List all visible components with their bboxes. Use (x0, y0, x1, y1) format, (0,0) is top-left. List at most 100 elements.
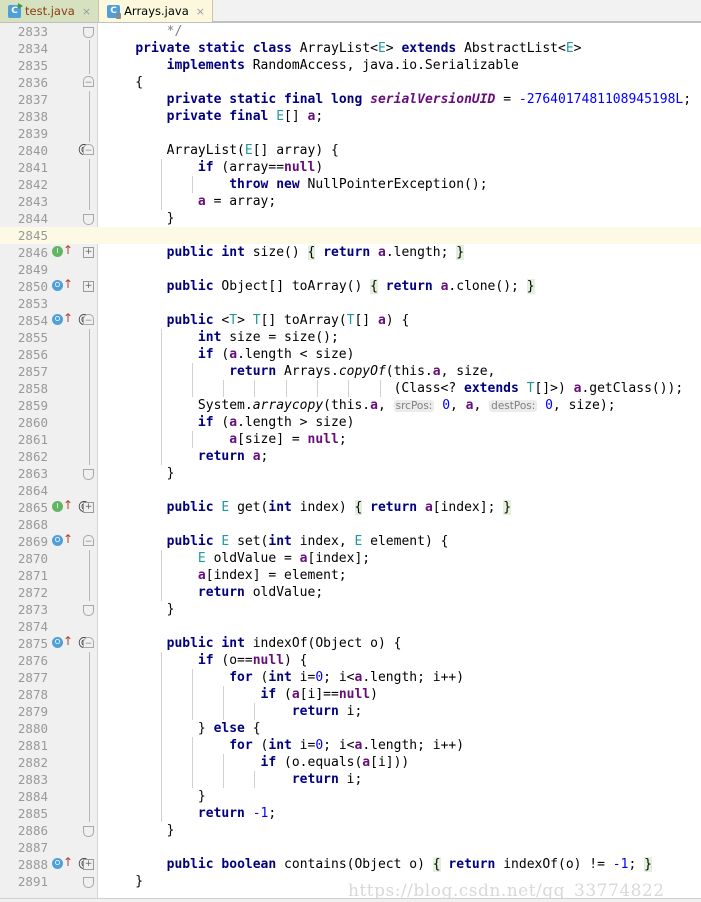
code-line[interactable]: 2845 (0, 227, 701, 244)
code-text[interactable]: a = array; (104, 193, 701, 210)
code-text[interactable]: if (a.length < size) (104, 346, 701, 363)
code-line[interactable]: 2849 (0, 261, 701, 278)
fold-column[interactable] (82, 754, 97, 771)
code-text[interactable]: public int indexOf(Object o) { (104, 635, 701, 652)
fold-column[interactable] (82, 363, 97, 380)
code-text[interactable]: return i; (104, 703, 701, 720)
code-text[interactable]: private final E[] a; (104, 108, 701, 125)
code-text[interactable]: return i; (104, 771, 701, 788)
code-line[interactable]: 2841 if (array==null) (0, 159, 701, 176)
fold-expand-icon[interactable]: + (83, 859, 94, 870)
code-text[interactable]: if (a.length > size) (104, 414, 701, 431)
fold-column[interactable] (82, 771, 97, 788)
code-line[interactable]: 2881 for (int i=0; i<a.length; i++) (0, 737, 701, 754)
code-line[interactable]: 2838 private final E[] a; (0, 108, 701, 125)
code-line[interactable]: 2846 I ↑ + public int size() { return a.len… (0, 244, 701, 261)
code-text[interactable]: } (104, 873, 701, 890)
fold-column[interactable] (82, 346, 97, 363)
code-line[interactable]: 2888O↑@+ public boolean contains(Object … (0, 856, 701, 873)
close-icon[interactable]: × (196, 6, 205, 17)
method-implemented-icon[interactable]: I (52, 246, 63, 257)
fold-collapse-icon[interactable]: − (83, 144, 94, 156)
code-line[interactable]: 2885 return -1; (0, 805, 701, 822)
code-text[interactable]: public int size() { return a.length; } (104, 244, 701, 261)
fold-column[interactable] (82, 669, 97, 686)
fold-column[interactable] (82, 737, 97, 754)
code-line[interactable]: 2864 (0, 482, 701, 499)
fold-column[interactable]: − (82, 635, 97, 652)
code-text[interactable]: } (104, 210, 701, 227)
code-text[interactable]: */ (104, 23, 701, 40)
code-line[interactable]: 2863 } (0, 465, 701, 482)
fold-expand-icon[interactable]: + (83, 281, 94, 292)
fold-region-end-icon[interactable] (83, 605, 94, 616)
tab-arrays-java[interactable]: C Arrays.java × (98, 0, 213, 22)
method-overridden-icon[interactable]: O (52, 535, 63, 546)
code-text[interactable]: } (104, 465, 701, 482)
code-text[interactable]: public <T> T[] toArray(T[] a) { (104, 312, 701, 329)
fold-column[interactable]: − (82, 142, 97, 159)
fold-column[interactable] (82, 788, 97, 805)
fold-region-end-icon[interactable] (83, 826, 94, 837)
code-line[interactable]: 2870 E oldValue = a[index]; (0, 550, 701, 567)
code-line[interactable]: 2878 if (a[i]==null) (0, 686, 701, 703)
code-line[interactable]: 2850 O ↑ + public Object[] toArray() { retu… (0, 278, 701, 295)
code-text[interactable]: } (104, 822, 701, 839)
code-line[interactable]: 2844 } (0, 210, 701, 227)
fold-column[interactable] (82, 550, 97, 567)
code-line[interactable]: 2860 if (a.length > size) (0, 414, 701, 431)
fold-region-end-icon[interactable] (83, 27, 94, 38)
code-text[interactable]: return oldValue; (104, 584, 701, 601)
fold-column[interactable] (82, 431, 97, 448)
code-text[interactable]: for (int i=0; i<a.length; i++) (104, 737, 701, 754)
fold-column[interactable] (82, 261, 97, 278)
fold-column[interactable]: − (82, 312, 97, 329)
code-line[interactable]: 2858 (Class<? extends T[]>) a.getClass()… (0, 380, 701, 397)
code-text[interactable] (104, 839, 701, 856)
code-line[interactable]: 2835 implements RandomAccess, java.io.Se… (0, 57, 701, 74)
code-text[interactable]: private static final long serialVersionU… (104, 91, 701, 108)
fold-column[interactable] (82, 448, 97, 465)
code-text[interactable]: public boolean contains(Object o) { retu… (104, 856, 701, 873)
code-text[interactable]: if (o==null) { (104, 652, 701, 669)
fold-column[interactable] (82, 193, 97, 210)
fold-collapse-icon[interactable]: − (83, 314, 94, 326)
code-line[interactable]: 2854O↑@− public <T> T[] toArray(T[] a) { (0, 312, 701, 329)
fold-column[interactable] (82, 176, 97, 193)
code-text[interactable]: private static class ArrayList<E> extend… (104, 40, 701, 57)
code-text[interactable]: } (104, 601, 701, 618)
code-line[interactable]: 2837 private static final long serialVer… (0, 91, 701, 108)
override-arrow-icon[interactable]: ↑ (63, 856, 73, 868)
code-text[interactable]: (Class<? extends T[]>) a.getClass()); (104, 380, 701, 397)
fold-collapse-icon[interactable]: − (83, 637, 94, 649)
code-line[interactable]: 2865I↑@+ public E get(int index) { retur… (0, 499, 701, 516)
fold-column[interactable] (82, 125, 97, 142)
code-text[interactable] (104, 125, 701, 142)
code-line[interactable]: 2874 (0, 618, 701, 635)
fold-column[interactable] (82, 601, 97, 618)
method-overridden-icon[interactable]: O (52, 858, 63, 869)
code-line[interactable]: 2875O↑@− public int indexOf(Object o) { (0, 635, 701, 652)
override-arrow-icon[interactable]: ↑ (63, 278, 73, 290)
code-editor[interactable]: 2833 */2834 private static class ArrayLi… (0, 23, 701, 902)
code-text[interactable]: if (array==null) (104, 159, 701, 176)
fold-expand-icon[interactable]: + (83, 502, 94, 513)
code-text[interactable] (104, 482, 701, 499)
fold-column[interactable] (82, 618, 97, 635)
code-line[interactable]: 2868 (0, 516, 701, 533)
fold-column[interactable] (82, 482, 97, 499)
code-text[interactable]: throw new NullPointerException(); (104, 176, 701, 193)
fold-column[interactable] (82, 652, 97, 669)
code-text[interactable]: System.arraycopy(this.a, srcPos: 0, a, d… (104, 397, 701, 414)
fold-collapse-icon[interactable]: − (83, 535, 94, 547)
code-text[interactable]: for (int i=0; i<a.length; i++) (104, 669, 701, 686)
code-text[interactable]: public E get(int index) { return a[index… (104, 499, 701, 516)
code-text[interactable]: ArrayList(E[] array) { (104, 142, 701, 159)
code-line[interactable]: 2857 return Arrays.copyOf(this.a, size, (0, 363, 701, 380)
code-line[interactable]: 2872 return oldValue; (0, 584, 701, 601)
code-text[interactable] (104, 227, 701, 244)
fold-region-end-icon[interactable] (83, 877, 94, 888)
tab-test-java[interactable]: C test.java × (0, 0, 99, 22)
method-overridden-icon[interactable]: O (52, 637, 63, 648)
code-text[interactable]: } else { (104, 720, 701, 737)
